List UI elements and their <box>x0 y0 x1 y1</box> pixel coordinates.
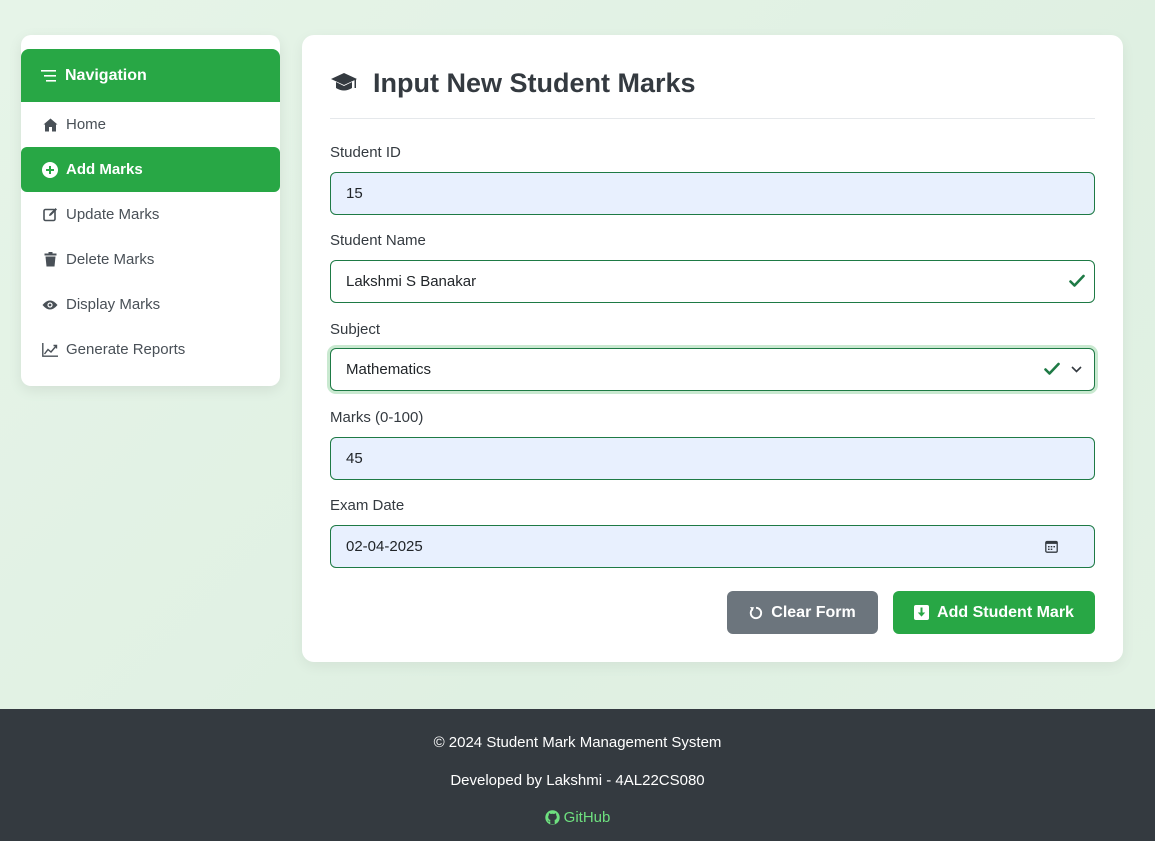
plus-circle-icon <box>42 161 58 178</box>
valid-check-icon <box>1069 274 1085 288</box>
refresh-icon <box>749 606 763 620</box>
student-name-value: Lakshmi S Banakar <box>346 273 477 290</box>
add-student-mark-label: Add Student Mark <box>937 603 1074 621</box>
subject-select[interactable]: Mathematics <box>330 348 1095 391</box>
chart-line-icon <box>42 342 58 358</box>
student-id-value: 15 <box>346 185 363 202</box>
sidebar: Navigation Home Add Marks Update Marks D… <box>21 35 280 386</box>
student-name-label: Student Name <box>330 232 426 249</box>
sidebar-item-label: Home <box>66 116 107 133</box>
sidebar-header: Navigation <box>21 49 280 102</box>
sidebar-item-generate-reports[interactable]: Generate Reports <box>21 327 280 372</box>
marks-label: Marks (0-100) <box>330 409 424 426</box>
sidebar-header-label: Navigation <box>65 66 147 84</box>
sidebar-item-display-marks[interactable]: Display Marks <box>21 282 280 327</box>
clear-form-label: Clear Form <box>771 603 856 621</box>
footer-developer: Developed by Lakshmi - 4AL22CS080 <box>450 772 705 789</box>
exam-date-value: 02-04-2025 <box>346 538 423 555</box>
sidebar-item-delete-marks[interactable]: Delete Marks <box>21 237 280 282</box>
marks-form-card: Input New Student Marks Student ID 15 St… <box>302 35 1123 662</box>
valid-check-icon <box>1044 362 1060 376</box>
menu-lines-icon <box>41 69 57 83</box>
page-title: Input New Student Marks <box>330 65 696 101</box>
sidebar-item-home[interactable]: Home <box>21 102 280 147</box>
github-link-label: GitHub <box>563 809 611 826</box>
calendar-icon[interactable] <box>1045 540 1058 553</box>
edit-icon <box>42 207 58 223</box>
sidebar-item-label: Update Marks <box>66 206 160 223</box>
title-divider <box>330 118 1095 119</box>
marks-value: 45 <box>346 450 363 467</box>
clear-form-button[interactable]: Clear Form <box>727 591 878 634</box>
sidebar-item-label: Generate Reports <box>66 341 186 358</box>
graduation-cap-icon <box>330 71 358 95</box>
footer: © 2024 Student Mark Management System De… <box>0 709 1155 841</box>
download-square-icon <box>914 605 930 620</box>
sidebar-item-label: Add Marks <box>66 161 143 178</box>
sidebar-item-update-marks[interactable]: Update Marks <box>21 192 280 237</box>
student-name-input[interactable]: Lakshmi S Banakar <box>330 260 1095 303</box>
eye-icon <box>42 297 58 313</box>
footer-copyright: © 2024 Student Mark Management System <box>433 734 722 751</box>
subject-selected-value: Mathematics <box>346 361 432 378</box>
student-id-label: Student ID <box>330 144 401 161</box>
github-link[interactable]: GitHub <box>544 809 611 826</box>
sidebar-item-label: Display Marks <box>66 296 161 313</box>
nav-list: Home Add Marks Update Marks Delete Marks… <box>21 102 280 372</box>
trash-icon <box>42 252 58 268</box>
marks-input[interactable]: 45 <box>330 437 1095 480</box>
sidebar-item-label: Delete Marks <box>66 251 155 268</box>
footer-link-row: GitHub <box>0 809 1155 829</box>
exam-date-input[interactable]: 02-04-2025 <box>330 525 1095 568</box>
add-student-mark-button[interactable]: Add Student Mark <box>893 591 1095 634</box>
page-title-text: Input New Student Marks <box>373 67 696 98</box>
subject-label: Subject <box>330 321 381 338</box>
exam-date-label: Exam Date <box>330 497 405 514</box>
github-icon <box>544 810 560 825</box>
sidebar-item-add-marks[interactable]: Add Marks <box>21 147 280 192</box>
home-icon <box>42 117 58 133</box>
chevron-down-icon <box>1071 366 1082 373</box>
student-id-input[interactable]: 15 <box>330 172 1095 215</box>
